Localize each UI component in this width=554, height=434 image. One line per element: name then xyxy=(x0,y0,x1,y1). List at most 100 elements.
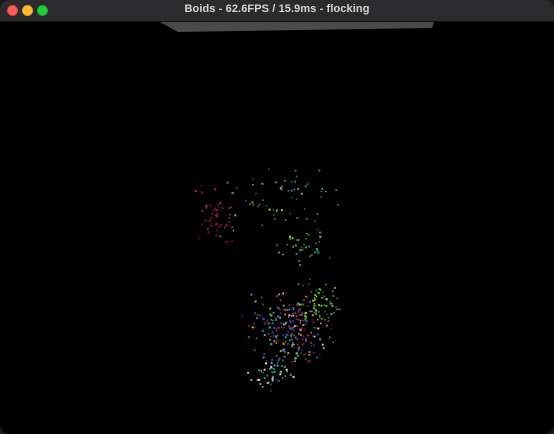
boid-particle xyxy=(297,302,299,305)
boid-particle xyxy=(258,369,261,372)
boid-particle xyxy=(300,192,303,195)
boid-particle xyxy=(308,245,310,248)
boid-particle xyxy=(253,326,256,328)
boid-particle xyxy=(292,312,294,315)
boid-particle xyxy=(315,242,317,245)
boid-particle xyxy=(214,207,217,210)
boid-particle xyxy=(304,318,307,321)
boid-particle xyxy=(269,335,272,338)
boid-particle xyxy=(252,178,254,180)
boid-particle xyxy=(288,339,290,342)
boid-particle xyxy=(273,340,276,343)
boid-particle xyxy=(297,346,300,349)
boid-particle xyxy=(285,309,288,312)
boid-particle xyxy=(307,334,310,337)
boid-particle xyxy=(254,312,256,315)
boid-particle xyxy=(309,278,311,280)
boid-particle xyxy=(262,318,265,321)
boid-particle xyxy=(263,377,266,380)
boid-particle xyxy=(318,169,321,172)
boid-particle xyxy=(226,181,229,184)
boid-particle xyxy=(261,329,264,332)
boid-particle xyxy=(333,312,335,314)
boid-particle xyxy=(232,229,235,232)
boid-particle xyxy=(325,324,328,327)
boid-particle xyxy=(301,311,303,313)
boid-particle xyxy=(292,245,295,248)
boid-particle xyxy=(294,312,297,315)
boid-particle xyxy=(298,319,300,321)
ground-plane xyxy=(160,22,434,32)
window-title: Boids - 62.6FPS / 15.9ms - flocking xyxy=(184,3,370,15)
boid-particle xyxy=(249,203,251,206)
boid-particle xyxy=(291,361,293,363)
boid-particle xyxy=(201,223,203,226)
boid-particle xyxy=(250,293,253,296)
boid-particle xyxy=(288,325,291,328)
boid-particle xyxy=(273,214,275,216)
boid-particle xyxy=(268,348,270,350)
boid-particle xyxy=(273,326,276,329)
boid-particle xyxy=(251,201,254,204)
boid-particle xyxy=(205,206,208,209)
boid-particle xyxy=(305,237,307,240)
boid-particle xyxy=(314,298,317,301)
boid-particle xyxy=(312,351,315,354)
boid-particle xyxy=(298,333,300,335)
boid-particle xyxy=(294,180,297,183)
boid-particle xyxy=(317,251,320,254)
boid-particle xyxy=(317,229,319,231)
boid-particle xyxy=(306,233,308,235)
boid-particle xyxy=(218,225,220,228)
render-viewport[interactable] xyxy=(0,22,554,434)
boid-particle xyxy=(279,299,282,301)
boid-particle xyxy=(272,335,275,338)
boid-particle xyxy=(310,331,312,334)
boid-particle xyxy=(296,217,299,219)
boid-particle xyxy=(302,335,305,337)
boid-particle xyxy=(266,360,268,362)
boid-particle xyxy=(269,390,272,392)
boid-particle xyxy=(231,226,234,229)
boid-particle xyxy=(265,205,268,207)
boid-particle xyxy=(217,206,220,209)
title-bar[interactable]: Boids - 62.6FPS / 15.9ms - flocking xyxy=(0,0,554,22)
boid-particle xyxy=(280,312,282,314)
boid-particle xyxy=(284,375,287,377)
boid-particle xyxy=(276,379,278,382)
boid-particle xyxy=(289,373,292,376)
boid-particle xyxy=(294,335,297,338)
boid-particle xyxy=(276,365,279,367)
boid-particle xyxy=(252,184,254,186)
boid-particle xyxy=(312,326,315,329)
boid-particle xyxy=(284,336,287,339)
boid-particle xyxy=(302,354,304,357)
boid-particle xyxy=(301,248,304,251)
boid-particle xyxy=(276,334,278,336)
boid-particle xyxy=(209,204,211,207)
boid-particle xyxy=(323,295,326,298)
boid-particle xyxy=(306,183,309,185)
boid-particle xyxy=(278,357,281,360)
boid-particle xyxy=(276,295,278,297)
boid-particle xyxy=(322,291,324,293)
boid-particle xyxy=(309,255,311,257)
boid-particle xyxy=(297,349,300,352)
boid-particle xyxy=(319,235,322,238)
boid-particle xyxy=(290,189,293,192)
boid-particle xyxy=(308,351,311,353)
boid-particle xyxy=(269,313,272,316)
boid-particle xyxy=(214,188,217,191)
boid-particle xyxy=(262,303,265,306)
boid-particle xyxy=(276,244,279,247)
boid-particle xyxy=(275,327,278,330)
boid-particle xyxy=(234,214,237,217)
boid-particle xyxy=(325,304,328,307)
boid-particle xyxy=(229,213,231,216)
boid-particle xyxy=(319,339,321,341)
boid-particle xyxy=(335,306,337,309)
boid-particle xyxy=(271,379,274,382)
boid-particle xyxy=(287,331,289,334)
boid-particle xyxy=(300,352,302,354)
boid-particle xyxy=(297,187,300,190)
